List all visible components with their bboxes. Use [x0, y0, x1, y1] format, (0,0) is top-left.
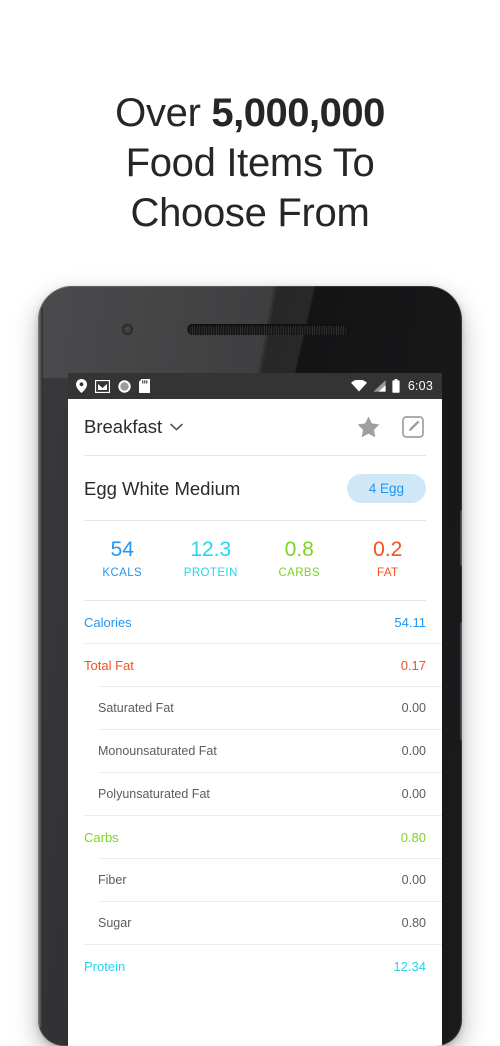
nutrition-row: Monounsaturated Fat 0.00	[68, 730, 442, 772]
food-header-row: Egg White Medium 4 Egg	[68, 456, 442, 520]
macro-value: 12.3	[190, 538, 232, 561]
app-bar: Breakfast	[68, 399, 442, 455]
macro-cell: 0.2 FAT	[344, 537, 433, 583]
nutrition-row: Carbs 0.80	[68, 816, 442, 858]
nutrition-value: 0.17	[400, 657, 426, 673]
headline-line-3: Choose From	[130, 191, 370, 235]
nutrition-list: Calories 54.11 Total Fat 0.17 Saturated Fat 0…	[68, 601, 442, 987]
nutrition-value: 12.34	[393, 958, 426, 974]
nutrition-label: Carbs	[84, 829, 119, 845]
phone-mockup: 6:03 Breakfast Egg White Medium 4 Egg 54…	[38, 286, 462, 1046]
macro-cell: 54 KCALS	[78, 537, 167, 583]
nutrition-label: Sugar	[98, 916, 132, 930]
nutrition-value: 0.00	[401, 744, 426, 758]
nutrition-value: 0.00	[401, 701, 426, 715]
nutrition-row: Calories 54.11	[68, 601, 442, 643]
status-bar-left-icons	[76, 379, 150, 393]
headline-line-2: Food Items To	[125, 141, 375, 185]
power-button[interactable]	[460, 510, 462, 566]
nutrition-row: Protein 12.34	[68, 945, 442, 987]
status-bar-clock: 6:03	[407, 379, 433, 393]
nutrition-value: 0.00	[401, 873, 426, 887]
gmail-icon	[95, 379, 110, 393]
nutrition-label: Calories	[84, 614, 132, 630]
nutrition-label: Saturated Fat	[98, 701, 174, 715]
nutrition-row: Saturated Fat 0.00	[68, 687, 442, 729]
serving-size-pill[interactable]: 4 Egg	[346, 474, 426, 503]
macro-cell: 0.8 CARBS	[255, 537, 344, 583]
earpiece-speaker-icon	[187, 324, 348, 335]
macro-label: CARBS	[278, 567, 321, 579]
macro-cell: 12.3 PROTEIN	[167, 537, 256, 583]
headline-count: 5,000,000	[211, 91, 385, 135]
headline-line-1: Over 5,000,000	[0, 88, 500, 138]
phone-screen: 6:03 Breakfast Egg White Medium 4 Egg 54…	[68, 373, 442, 1046]
status-bar: 6:03	[68, 373, 442, 399]
macro-value: 0.8	[284, 538, 314, 561]
meal-selector[interactable]: Breakfast	[84, 416, 183, 438]
cell-signal-icon	[373, 380, 386, 392]
promo-headline: Over 5,000,000 Food Items To Choose From	[0, 88, 500, 238]
star-icon[interactable]	[357, 416, 380, 438]
nutrition-label: Total Fat	[84, 657, 134, 673]
meal-name-label: Breakfast	[84, 416, 163, 437]
nutrition-value: 0.80	[401, 916, 426, 930]
location-pin-icon	[76, 379, 87, 393]
circle-icon	[118, 379, 131, 393]
app-bar-actions	[357, 416, 424, 438]
macro-label: KCALS	[102, 567, 143, 579]
nutrition-row: Fiber 0.00	[68, 859, 442, 901]
headline-prefix: Over	[115, 91, 212, 135]
macro-label: PROTEIN	[183, 567, 238, 579]
wifi-icon	[350, 380, 367, 392]
nutrition-row: Sugar 0.80	[68, 902, 442, 944]
nutrition-row: Polyunsaturated Fat 0.00	[68, 773, 442, 815]
nutrition-label: Monounsaturated Fat	[98, 744, 217, 758]
chevron-down-icon	[170, 423, 183, 431]
nutrition-value: 54.11	[394, 614, 426, 630]
macro-value: 0.2	[373, 538, 403, 561]
nutrition-row: Total Fat 0.17	[68, 644, 442, 686]
nutrition-label: Protein	[84, 958, 126, 974]
food-name: Egg White Medium	[84, 477, 241, 499]
nutrition-value: 0.80	[400, 829, 426, 845]
front-camera-icon	[122, 324, 133, 335]
nutrition-value: 0.00	[401, 787, 426, 801]
status-bar-right-icons: 6:03	[350, 379, 433, 393]
nutrition-label: Fiber	[98, 873, 127, 887]
nutrition-label: Polyunsaturated Fat	[98, 787, 210, 801]
macro-summary: 54 KCALS 12.3 PROTEIN 0.8 CARBS 0.2 FAT	[68, 521, 442, 600]
volume-button[interactable]	[460, 622, 462, 740]
macro-label: FAT	[377, 567, 399, 579]
sd-card-icon	[139, 379, 150, 393]
phone-left-rim	[38, 308, 43, 1028]
battery-icon	[392, 379, 400, 393]
edit-icon[interactable]	[402, 416, 424, 438]
macro-value: 54	[110, 538, 134, 561]
